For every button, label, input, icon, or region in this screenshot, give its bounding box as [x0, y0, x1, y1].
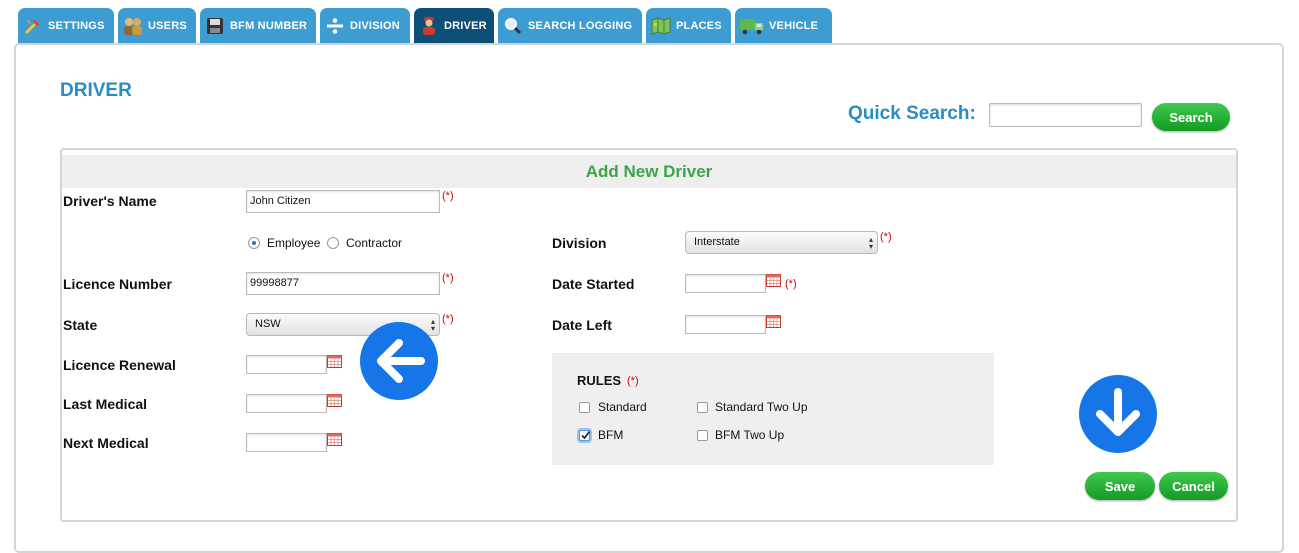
rule-bfm-checkbox[interactable] — [579, 430, 591, 441]
calendar-icon[interactable] — [766, 274, 781, 287]
tab-label: SETTINGS — [48, 19, 105, 32]
tab-label: USERS — [148, 19, 187, 32]
rule-bfm-two-up-label: BFM Two Up — [715, 428, 785, 442]
tab-label: DIVISION — [350, 19, 400, 32]
licence-renewal-label: Licence Renewal — [63, 357, 176, 373]
form-header: Add New Driver — [62, 155, 1236, 188]
calendar-icon[interactable] — [327, 433, 342, 446]
tab-settings[interactable]: SETTINGS — [18, 8, 114, 43]
down-arrow-icon — [1079, 375, 1157, 453]
next-medical-label: Next Medical — [63, 435, 149, 451]
rule-standard-checkbox[interactable] — [579, 402, 590, 413]
map-icon — [650, 15, 672, 37]
date-started-label: Date Started — [552, 276, 635, 292]
left-arrow-icon — [360, 322, 438, 400]
tab-division[interactable]: DIVISION — [320, 8, 410, 43]
drivers-name-input[interactable]: John Citizen — [246, 190, 440, 213]
division-label: Division — [552, 235, 607, 251]
rule-standard-two-up-label: Standard Two Up — [715, 400, 808, 414]
search-button[interactable]: Search — [1152, 103, 1230, 131]
tab-search-logging[interactable]: SEARCH LOGGING — [498, 8, 642, 43]
date-left-label: Date Left — [552, 317, 612, 333]
rules-panel: RULES (*) Standard Standard Two Up BFM B… — [552, 353, 994, 465]
select-arrows-icon: ▴ ▾ — [868, 235, 873, 251]
required-mark: (*) — [785, 278, 797, 290]
driver-icon — [418, 15, 440, 37]
contractor-radio[interactable] — [327, 237, 339, 249]
last-medical-input[interactable] — [246, 394, 327, 413]
licence-renewal-input[interactable] — [246, 355, 327, 374]
tab-label: BFM NUMBER — [230, 19, 308, 32]
date-left-input[interactable] — [685, 315, 766, 334]
date-started-input[interactable] — [685, 274, 766, 293]
licence-number-input[interactable]: 99998877 — [246, 272, 440, 295]
drivers-name-label: Driver's Name — [63, 193, 157, 209]
calendar-icon[interactable] — [327, 394, 342, 407]
employee-radio-label: Employee — [267, 236, 321, 250]
floppy-icon — [204, 15, 226, 37]
divide-icon — [324, 15, 346, 37]
required-mark: (*) — [442, 272, 454, 284]
magnifier-icon — [502, 15, 524, 37]
division-select[interactable]: Interstate ▴ ▾ — [685, 231, 878, 254]
tab-users[interactable]: USERS — [118, 8, 196, 43]
page-title: DRIVER — [60, 80, 132, 101]
quick-search-label: Quick Search: — [848, 103, 976, 124]
rule-bfm-label: BFM — [598, 428, 624, 442]
tab-label: SEARCH LOGGING — [528, 19, 633, 32]
required-mark: (*) — [442, 190, 454, 202]
calendar-icon[interactable] — [327, 355, 342, 368]
required-mark: (*) — [627, 375, 639, 387]
cancel-button[interactable]: Cancel — [1159, 472, 1228, 500]
tab-label: VEHICLE — [769, 19, 819, 32]
tab-places[interactable]: PLACES — [646, 8, 731, 43]
form-heading: Add New Driver — [585, 162, 713, 181]
quick-search-input[interactable] — [989, 103, 1142, 127]
state-select-value: NSW — [255, 318, 281, 330]
tab-driver[interactable]: DRIVER — [414, 8, 494, 43]
tools-icon — [22, 15, 44, 37]
add-driver-form — [60, 148, 1238, 522]
save-button[interactable]: Save — [1085, 472, 1155, 500]
employee-radio[interactable] — [248, 237, 260, 249]
next-medical-input[interactable] — [246, 433, 327, 452]
truck-icon — [739, 15, 765, 37]
rule-standard-label: Standard — [598, 400, 647, 414]
rule-bfm-two-up-checkbox[interactable] — [697, 430, 708, 441]
division-select-value: Interstate — [694, 236, 740, 248]
users-icon — [122, 15, 144, 37]
calendar-icon[interactable] — [766, 315, 781, 328]
required-mark: (*) — [442, 313, 454, 325]
tab-bfm-number[interactable]: BFM NUMBER — [200, 8, 316, 43]
required-mark: (*) — [880, 231, 892, 243]
last-medical-label: Last Medical — [63, 396, 148, 412]
state-label: State — [63, 317, 98, 333]
select-arrows-icon: ▴ ▾ — [430, 317, 435, 333]
tab-label: PLACES — [676, 19, 722, 32]
rule-standard-two-up-checkbox[interactable] — [697, 402, 708, 413]
licence-number-label: Licence Number — [63, 276, 172, 292]
tab-label: DRIVER — [444, 19, 487, 32]
contractor-radio-label: Contractor — [346, 236, 403, 250]
tab-vehicle[interactable]: VEHICLE — [735, 8, 832, 43]
rules-label: RULES — [577, 373, 622, 388]
